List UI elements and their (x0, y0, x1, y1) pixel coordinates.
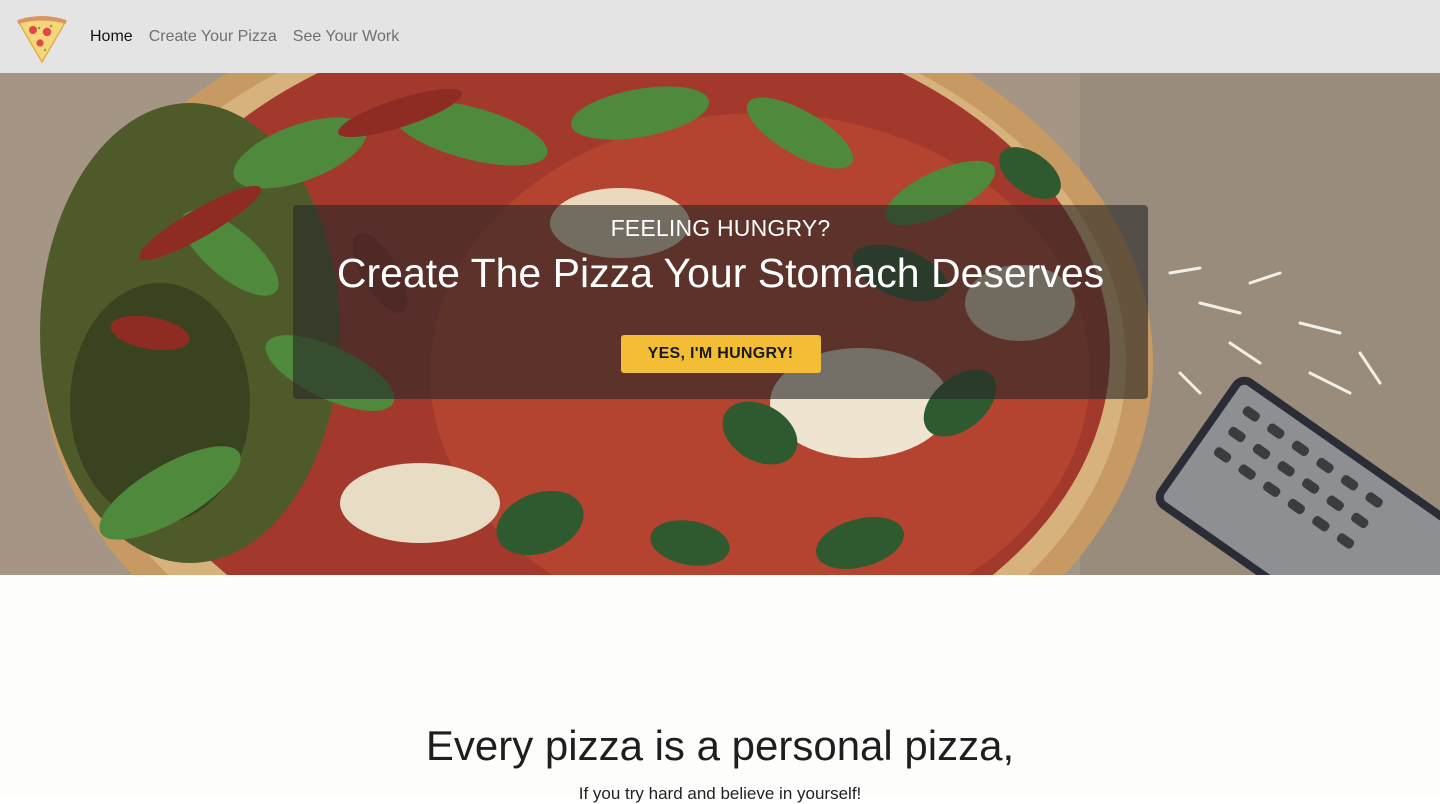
nav-link-see-your-work[interactable]: See Your Work (293, 28, 399, 46)
pizza-slice-icon[interactable] (15, 10, 69, 64)
hero-eyebrow: FEELING HUNGRY? (610, 215, 831, 241)
intro-heading: Every pizza is a personal pizza, (425, 722, 1015, 769)
nav-link-home[interactable]: Home (90, 28, 133, 46)
nav-link-create-your-pizza[interactable]: Create Your Pizza (149, 28, 277, 46)
im-hungry-button[interactable]: YES, I'M HUNGRY! (620, 335, 821, 373)
hero-section: FEELING HUNGRY? Create The Pizza Your St… (0, 73, 1440, 575)
intro-subtext: If you try hard and believe in yourself! (578, 784, 862, 803)
hero-title: Create The Pizza Your Stomach Deserves (336, 250, 1105, 296)
intro-section: Every pizza is a personal pizza, If you … (0, 575, 1440, 803)
navbar: Home Create Your Pizza See Your Work (0, 0, 1440, 73)
nav-links: Home Create Your Pizza See Your Work (90, 28, 415, 46)
hero-overlay: FEELING HUNGRY? Create The Pizza Your St… (293, 205, 1148, 399)
